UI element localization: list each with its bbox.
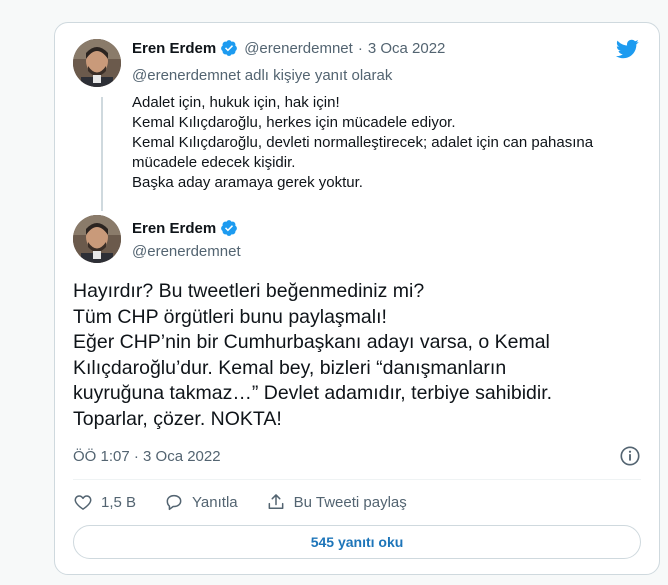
share-upload-icon [268,494,284,509]
main-line: Toparlar, çözer. NOKTA! [73,407,282,430]
read-replies-button[interactable]: 545 yanıtı oku [73,525,641,559]
main-line: Kılıçdaroğlu’dur. Kemal bey, bizleri “da… [73,356,507,379]
reply-author-row: Eren Erdem @erenerdemnet · 3 Oca 2022 [132,39,445,57]
share-label: Bu Tweeti paylaş [293,493,407,511]
tweet-timestamp[interactable]: ÖÖ 1:07 · 3 Oca 2022 [73,448,221,465]
verified-badge-icon [221,40,238,56]
avatar-main[interactable] [73,215,121,263]
main-line: Hayırdır? Bu tweetleri beğenmediniz mi? [73,280,425,302]
reply-tweet-text: Adalet için, hukuk için, hak için! Kemal… [132,93,642,193]
info-icon[interactable] [619,445,641,467]
reply-line: Kemal Kılıçdaroğlu, devleti normalleştir… [132,134,594,151]
tweet-date[interactable]: 3 Oca 2022 [368,40,446,57]
replying-to-text[interactable]: @erenerdemnet adlı kişiye yanıt olarak [132,67,392,84]
avatar-reply[interactable] [73,39,121,87]
tweet-embed-card: Eren Erdem @erenerdemnet · 3 Oca 2022 @e… [54,22,660,575]
thread-line [101,97,103,211]
author-name[interactable]: Eren Erdem [132,220,216,237]
verified-badge-icon [221,220,238,236]
main-line: Tüm CHP örgütleri bunu paylaşmalı! [73,305,387,328]
author-name[interactable]: Eren Erdem [132,40,216,57]
divider [73,479,641,480]
reply-line: mücadele edecek kişidir. [132,154,296,171]
action-bar: 1,5 B Yanıtla Bu Tweeti paylaş [73,489,435,515]
main-line: Eğer CHP’nin bir Cumhurbaşkanı adayı var… [73,331,550,353]
reply-button[interactable]: Yanıtla [164,492,238,512]
reply-line: Başka aday aramaya gerek yoktur. [132,174,363,191]
main-tweet-text: Hayırdır? Bu tweetleri beğenmediniz mi? … [73,279,653,432]
speech-bubble-icon [166,494,182,511]
author-handle[interactable]: @erenerdemnet [132,243,241,260]
twitter-bird-icon[interactable] [615,37,639,61]
reply-label: Yanıtla [192,493,238,511]
reply-line: Adalet için, hukuk için, hak için! [132,94,340,111]
reply-line: Kemal Kılıçdaroğlu, herkes için mücadele… [132,114,456,131]
heart-icon [74,495,92,510]
separator-dot: · [357,39,363,57]
like-count: 1,5 B [101,493,137,511]
main-line: kuyruğuna takmaz…” Devlet adamıdır, terb… [73,382,553,404]
like-button[interactable]: 1,5 B [73,492,136,512]
author-handle[interactable]: @erenerdemnet [244,40,353,57]
share-button[interactable]: Bu Tweeti paylaş [266,492,407,512]
main-author-row: Eren Erdem [132,219,238,237]
